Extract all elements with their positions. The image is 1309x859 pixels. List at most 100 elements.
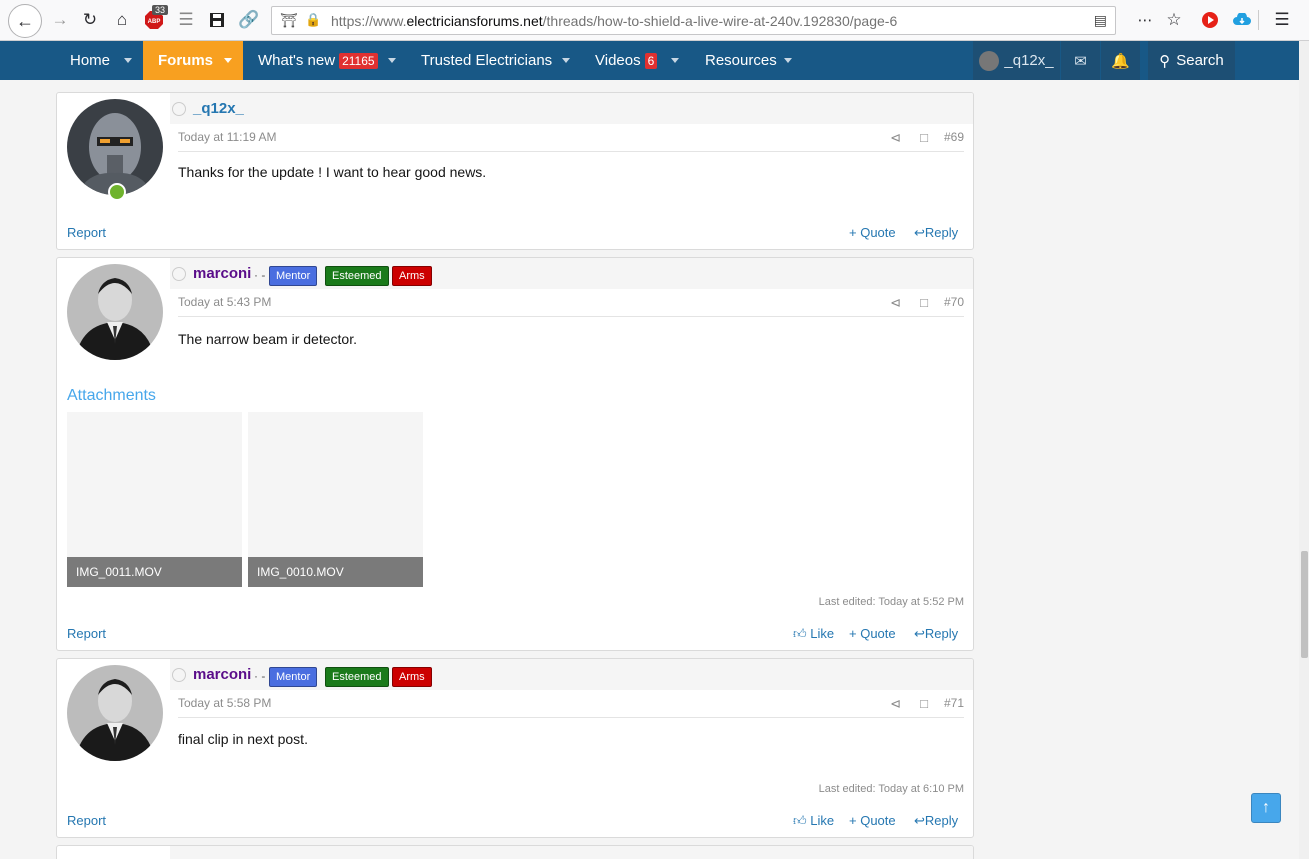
user-dots: · - xyxy=(254,268,266,282)
post-70: marconi · - Mentor Esteemed Arms Today a… xyxy=(56,257,974,651)
reply-icon: ↩ xyxy=(914,225,925,240)
page-content: _q12x_ Today at 11:19 AM ⊲ □ #69 Thanks … xyxy=(0,80,1299,859)
chevron-down-icon[interactable] xyxy=(784,58,792,63)
attachment-thumb[interactable]: IMG_0011.MOV xyxy=(67,412,242,587)
url-prefix: https://www. xyxy=(331,13,407,29)
online-status-icon xyxy=(108,183,126,201)
thumbs-up-icon: 👍︎ xyxy=(793,626,807,641)
post-header xyxy=(170,846,973,859)
account-name: _q12x_ xyxy=(1004,52,1054,69)
esteemed-badge: Esteemed xyxy=(325,667,389,687)
share-icon[interactable]: ⊲ xyxy=(890,130,901,146)
bookmark-icon[interactable]: □ xyxy=(920,696,928,711)
post-meta: Today at 5:58 PM ⊲ □ #71 xyxy=(178,693,964,718)
reply-label: Reply xyxy=(924,225,959,240)
link-icon[interactable]: 🔗 xyxy=(235,6,263,34)
youtube-ext-icon[interactable] xyxy=(1196,6,1224,34)
menu-icon[interactable]: ☰ xyxy=(1268,6,1296,34)
search-icon: ⚲ xyxy=(1159,52,1171,70)
shield-icon[interactable]: ⛩ xyxy=(280,12,298,29)
nav-resources[interactable]: Resources xyxy=(705,41,792,80)
whats-new-count-badge: 21165 xyxy=(339,52,378,69)
avatar-marconi[interactable] xyxy=(67,665,163,761)
chevron-down-icon[interactable] xyxy=(562,58,570,63)
nav-whats-new-label: What's new xyxy=(258,52,336,69)
avatar-marconi[interactable] xyxy=(67,264,163,360)
nav-home[interactable]: Home xyxy=(56,41,142,80)
share-icon[interactable]: ⊲ xyxy=(890,696,901,712)
post-number[interactable]: #70 xyxy=(944,295,964,309)
user-circle-icon xyxy=(172,668,186,682)
quote-button[interactable]: + Quote xyxy=(849,626,896,641)
report-link[interactable]: Report xyxy=(67,225,106,240)
home-icon[interactable]: ⌂ xyxy=(108,6,136,34)
forward-arrow-icon[interactable]: → xyxy=(46,6,74,34)
envelope-icon[interactable]: ✉ xyxy=(1061,41,1100,80)
report-link[interactable]: Report xyxy=(67,626,106,641)
post-meta: Today at 11:19 AM ⊲ □ #69 xyxy=(178,127,964,152)
chevron-down-icon[interactable] xyxy=(671,58,679,63)
reader-list-icon[interactable]: ☰ xyxy=(172,6,200,34)
bookmark-icon[interactable]: □ xyxy=(920,295,928,310)
bell-icon[interactable]: 🔔 xyxy=(1101,41,1140,80)
post-body: The narrow beam ir detector. xyxy=(178,331,357,347)
cloud-download-icon[interactable] xyxy=(1228,6,1256,34)
chevron-down-icon[interactable] xyxy=(124,58,132,63)
reply-label: Reply xyxy=(924,813,959,828)
post-meta: Today at 5:43 PM ⊲ □ #70 xyxy=(178,292,964,317)
lock-icon[interactable]: 🔒 xyxy=(305,12,321,28)
nav-trusted-electricians[interactable]: Trusted Electricians xyxy=(421,41,570,80)
chevron-down-icon[interactable] xyxy=(388,58,396,63)
reload-icon[interactable]: ↻ xyxy=(76,6,104,34)
reply-button[interactable]: ↩Reply xyxy=(914,813,958,829)
account-menu[interactable]: _q12x_ xyxy=(973,41,1060,80)
quote-button[interactable]: + Quote xyxy=(849,813,896,828)
post-username[interactable]: _q12x_ xyxy=(193,100,244,117)
bookmark-star-icon[interactable]: ☆ xyxy=(1160,6,1188,34)
attachment-thumb[interactable]: IMG_0010.MOV xyxy=(248,412,423,587)
post-time[interactable]: Today at 5:43 PM xyxy=(178,295,271,309)
post-body: Thanks for the update ! I want to hear g… xyxy=(178,164,487,180)
arms-badge: Arms xyxy=(392,266,432,286)
nav-resources-label: Resources xyxy=(705,52,777,69)
nav-videos[interactable]: Videos 6 xyxy=(595,41,679,80)
last-edited: Last edited: Today at 6:10 PM xyxy=(818,783,964,795)
report-link[interactable]: Report xyxy=(67,813,106,828)
back-arrow-icon[interactable]: ← xyxy=(8,4,42,38)
like-button[interactable]: 👍︎ Like xyxy=(793,813,834,829)
nav-forums[interactable]: Forums xyxy=(143,41,243,80)
url-bar[interactable]: ⛩ 🔒 https://www.electriciansforums.net/t… xyxy=(271,6,1116,35)
post-body: final clip in next post. xyxy=(178,731,308,747)
arrow-up-icon: ↑ xyxy=(1262,799,1270,816)
back-to-top-button[interactable]: ↑ xyxy=(1251,793,1281,823)
post-number[interactable]: #69 xyxy=(944,130,964,144)
scrollbar-thumb[interactable] xyxy=(1301,551,1308,658)
reply-icon: ↩ xyxy=(914,626,925,641)
post-number[interactable]: #71 xyxy=(944,696,964,710)
post-username[interactable]: marconi xyxy=(193,666,251,683)
page-scrollbar[interactable] xyxy=(1299,41,1309,859)
thumbs-up-icon: 👍︎ xyxy=(793,813,807,828)
attachment-filename: IMG_0011.MOV xyxy=(67,557,242,587)
like-button[interactable]: 👍︎ Like xyxy=(793,626,834,642)
reply-button[interactable]: ↩Reply xyxy=(914,225,958,241)
post-69: _q12x_ Today at 11:19 AM ⊲ □ #69 Thanks … xyxy=(56,92,974,250)
share-icon[interactable]: ⊲ xyxy=(890,295,901,311)
search-button[interactable]: ⚲ Search xyxy=(1148,41,1235,80)
nav-whats-new[interactable]: What's new 21165 xyxy=(258,41,396,80)
url-text: https://www.electriciansforums.net/threa… xyxy=(331,13,897,29)
save-icon[interactable] xyxy=(203,6,231,34)
chevron-down-icon[interactable] xyxy=(224,58,232,63)
post-time[interactable]: Today at 11:19 AM xyxy=(178,130,277,144)
post-time[interactable]: Today at 5:58 PM xyxy=(178,696,271,710)
user-circle-icon xyxy=(172,267,186,281)
avatar-q12x[interactable] xyxy=(67,99,163,195)
more-actions-icon[interactable]: ⋯ xyxy=(1131,6,1159,34)
mentor-badge: Mentor xyxy=(269,266,318,286)
bookmark-icon[interactable]: □ xyxy=(920,130,928,145)
account-avatar xyxy=(979,50,1000,71)
reader-view-icon[interactable]: ▤ xyxy=(1094,12,1107,29)
post-username[interactable]: marconi xyxy=(193,265,251,282)
reply-button[interactable]: ↩Reply xyxy=(914,626,958,642)
quote-button[interactable]: + Quote xyxy=(849,225,896,240)
